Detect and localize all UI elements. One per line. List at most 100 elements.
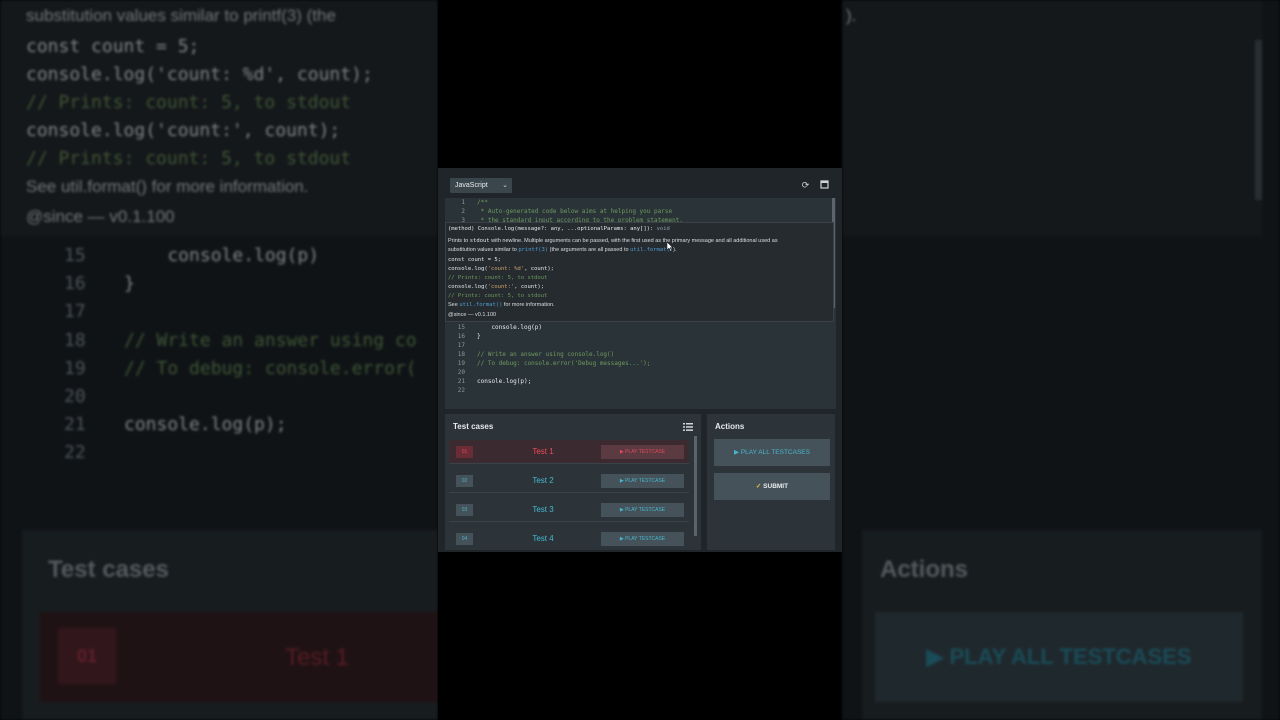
bg-code-line: console.log(p); [124,414,287,435]
bg-code-line: // To debug: console.error( [124,358,417,379]
line-number: 1 [461,199,465,206]
bg-testcase-name: Test 1 [285,644,350,671]
line-number: 18 [457,351,465,358]
tooltip-see-also: See util.format() for more information. [448,302,555,308]
line-number: 20 [457,369,465,376]
bg-line-number: 19 [64,358,86,379]
list-icon[interactable] [683,423,693,431]
bg-line-number: 16 [64,273,86,294]
signature-text: (method) Console.log(message?: any, ...o… [448,226,657,232]
bg-tooltip-line: See util.format() for more information. [26,177,309,196]
test-case-name: Test 3 [532,505,554,514]
test-cases-title: Test cases [453,422,494,431]
test-case-number: 01 [456,446,473,458]
mouse-cursor-icon [667,242,673,252]
bg-tooltip-line: console.log('count: %d', count); [26,64,373,85]
bg-actions-title: Actions [880,556,969,583]
desc-text: substitution values similar to [448,247,519,253]
bg-line-number: 22 [64,442,86,463]
tooltip-description: substitution values similar to printf(3)… [448,247,676,253]
bg-tooltip-line: // Prints: count: 5, to stdout [26,92,352,113]
tooltip-example-line: const count = 5; [448,257,501,263]
bg-tooltip-line: const count = 5; [26,36,200,57]
test-case-row[interactable]: 02 Test 2 ▶ PLAY TESTCASE [449,469,689,493]
line-code: } [477,333,481,340]
line-code: console.log(p); [477,378,532,385]
line-number: 15 [457,324,465,331]
line-code: // To debug: console.error('Debug messag… [477,360,651,367]
test-case-name: Test 2 [532,476,554,485]
example-code: , count); [514,284,545,290]
line-code: /** [477,199,488,206]
line-code: * Auto-generated code below aims at help… [477,208,673,215]
editor-header: JavaScript ⌄ ⟳ [445,175,835,199]
bg-tooltip-line: substitution values similar to printf(3)… [26,6,336,25]
bg-code-line: } [124,273,135,294]
test-case-name: Test 4 [532,534,554,543]
line-code: // Write an answer using console.log() [477,351,615,358]
bg-tooltip-line: @since — v0.1.100 [26,207,175,226]
desc-text: with newline. Multiple arguments can be … [489,238,778,244]
background-right: ). Actions ▶ PLAY ALL TESTCASES [842,0,1280,720]
bg-tooltip-right [842,0,1262,236]
play-testcase-button[interactable]: ▶ PLAY TESTCASE [601,474,684,488]
background-tooltip: substitution values similar to printf(3)… [0,0,438,236]
bg-play-all: ▶ PLAY ALL TESTCASES [875,612,1243,702]
language-select[interactable]: JavaScript ⌄ [450,178,512,193]
desc-code: stdout [469,238,490,244]
check-icon: ✓ [755,483,762,490]
bg-tooltip-fragment: ). [846,6,857,25]
play-testcase-button[interactable]: ▶ PLAY TESTCASE [601,445,684,459]
bg-code-line: console.log(p) [124,245,320,266]
tooltip-description: Prints to stdout with newline. Multiple … [448,238,778,244]
line-number: 17 [457,342,465,349]
bg-testcases-title: Test cases [48,556,169,583]
actions-panel: Actions ▶ PLAY ALL TESTCASES ✓ SUBMIT [707,414,835,550]
bg-line-number: 21 [64,414,86,435]
ide-window: JavaScript ⌄ ⟳ 1 /** 2 * Auto-generated c… [438,168,842,552]
line-number: 22 [457,387,465,394]
chevron-down-icon: ⌄ [502,182,508,189]
test-case-row[interactable]: 04 Test 4 ▶ PLAY TESTCASE [449,527,689,550]
tooltip-example-line: // Prints: count: 5, to stdout [448,293,548,299]
example-code: console.log( [448,266,488,272]
bg-line-number: 20 [64,386,86,407]
example-string: 'count: %d' [487,266,525,272]
desc-text: ). [673,247,677,253]
actions-title: Actions [715,422,745,431]
see-link[interactable]: util.format() [459,302,502,308]
bg-tooltip-line: console.log('count:', count); [26,120,341,141]
test-cases-panel: Test cases 01 Test 1 ▶ PLAY TESTCASE 02 … [445,414,701,550]
play-testcase-button[interactable]: ▶ PLAY TESTCASE [601,503,684,517]
line-number: 19 [457,360,465,367]
submit-label: SUBMIT [763,483,789,490]
example-code: console.log( [448,284,488,290]
line-code: console.log(p) [477,324,543,331]
example-code: , count); [524,266,554,272]
hover-tooltip: (method) Console.log(message?: any, ...o… [445,222,834,322]
test-case-row[interactable]: 01 Test 1 ▶ PLAY TESTCASE [449,440,689,464]
bg-line-number: 15 [64,245,86,266]
desc-link[interactable]: printf(3) [518,247,548,253]
bg-line-number: 17 [64,301,86,322]
example-string: 'count:' [487,284,515,290]
language-label: JavaScript [455,182,488,189]
test-case-name: Test 1 [532,447,554,456]
bg-tooltip-line: // Prints: count: 5, to stdout [26,148,352,169]
line-number: 21 [457,378,465,385]
submit-button[interactable]: ✓ SUBMIT [714,473,830,500]
background-left: substitution values similar to printf(3)… [0,0,438,720]
play-testcase-button[interactable]: ▶ PLAY TESTCASE [601,532,684,546]
tooltip-example-line: console.log('count: %d', count); [448,266,554,272]
line-number: 2 [461,208,465,215]
play-all-testcases-button[interactable]: ▶ PLAY ALL TESTCASES [714,439,830,466]
see-text: for more information. [502,302,555,308]
test-case-number: 02 [456,475,473,487]
tooltip-example-line: // Prints: count: 5, to stdout [448,275,548,281]
refresh-icon[interactable]: ⟳ [800,180,811,191]
maximize-icon[interactable] [819,180,830,191]
test-cases-scrollbar[interactable] [694,436,697,536]
test-case-row[interactable]: 03 Test 3 ▶ PLAY TESTCASE [449,498,689,522]
tooltip-signature: (method) Console.log(message?: any, ...o… [448,226,670,232]
bg-scrollbar [1255,40,1262,200]
